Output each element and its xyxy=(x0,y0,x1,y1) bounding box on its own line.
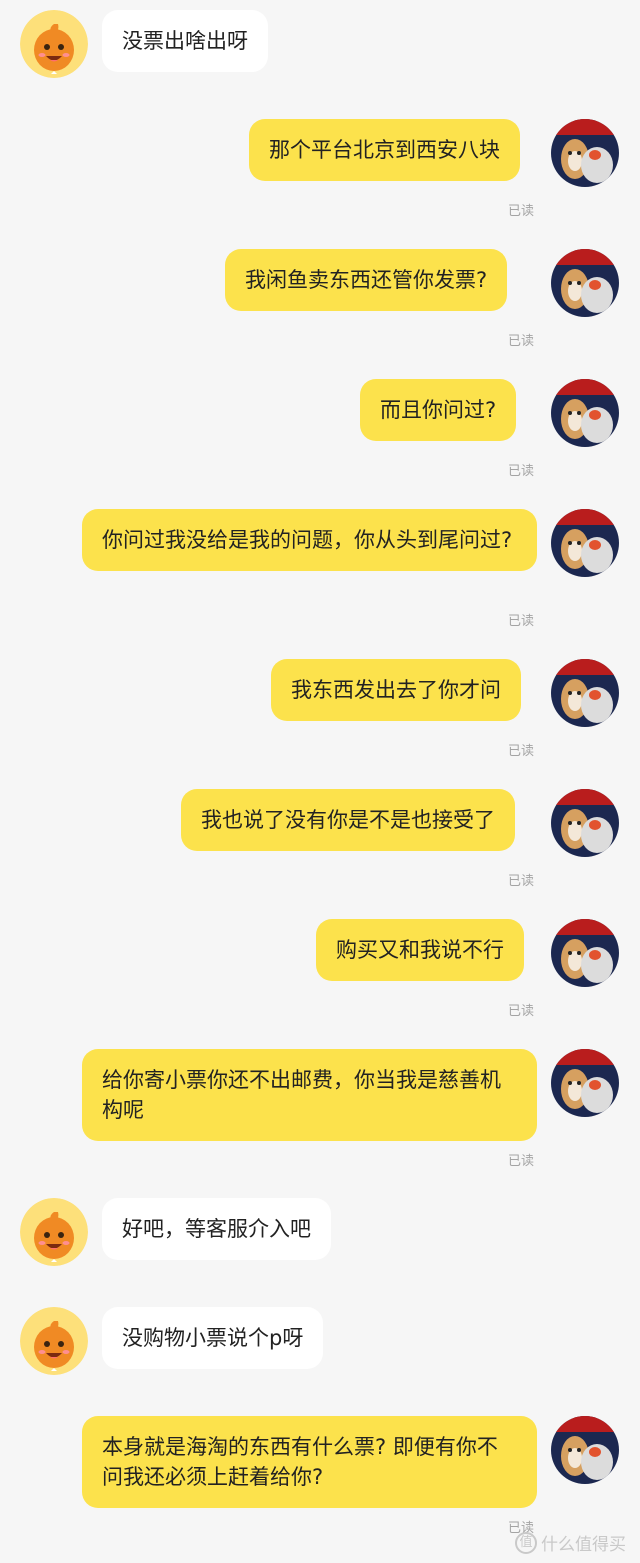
user-avatar[interactable] xyxy=(551,1049,619,1117)
read-receipt: 已读 xyxy=(508,1004,535,1019)
user-avatar[interactable] xyxy=(551,509,619,577)
read-receipt: 已读 xyxy=(508,1154,535,1169)
contact-avatar[interactable] xyxy=(20,10,88,78)
message-bubble: 没购物小票说个p呀 xyxy=(102,1307,324,1369)
user-avatar[interactable] xyxy=(551,789,619,857)
message-bubble: 我闲鱼卖东西还管你发票? xyxy=(225,249,508,311)
read-receipt: 已读 xyxy=(508,464,535,479)
message-bubble: 我也说了没有你是不是也接受了 xyxy=(181,789,515,851)
message-bubble: 那个平台北京到西安八块 xyxy=(249,119,520,181)
read-receipt: 已读 xyxy=(508,614,535,629)
smzdm-logo-icon: 值 xyxy=(515,1531,537,1554)
contact-avatar[interactable] xyxy=(20,1307,88,1375)
message-bubble: 我东西发出去了你才问 xyxy=(271,659,521,721)
message-bubble: 本身就是海淘的东西有什么票? 即便有你不问我还必须上赶着给你? xyxy=(82,1416,537,1508)
user-avatar[interactable] xyxy=(551,659,619,727)
message-bubble: 没票出啥出呀 xyxy=(102,10,268,72)
read-receipt: 已读 xyxy=(508,744,535,759)
user-avatar[interactable] xyxy=(551,379,619,447)
message-bubble: 而且你问过? xyxy=(360,379,517,441)
user-avatar[interactable] xyxy=(551,119,619,187)
user-avatar[interactable] xyxy=(551,249,619,317)
read-receipt: 已读 xyxy=(508,204,535,219)
read-receipt: 已读 xyxy=(508,334,535,349)
watermark-text: 什么值得买 xyxy=(541,1535,626,1555)
read-receipt: 已读 xyxy=(508,874,535,889)
contact-avatar[interactable] xyxy=(20,1198,88,1266)
message-bubble: 好吧，等客服介入吧 xyxy=(102,1198,331,1260)
user-avatar[interactable] xyxy=(551,1416,619,1484)
message-bubble: 给你寄小票你还不出邮费，你当我是慈善机构呢 xyxy=(82,1049,537,1141)
user-avatar[interactable] xyxy=(551,919,619,987)
message-bubble: 购买又和我说不行 xyxy=(316,919,524,981)
watermark: 值 什么值得买 xyxy=(515,1530,626,1555)
message-bubble: 你问过我没给是我的问题，你从头到尾问过? xyxy=(82,509,537,571)
